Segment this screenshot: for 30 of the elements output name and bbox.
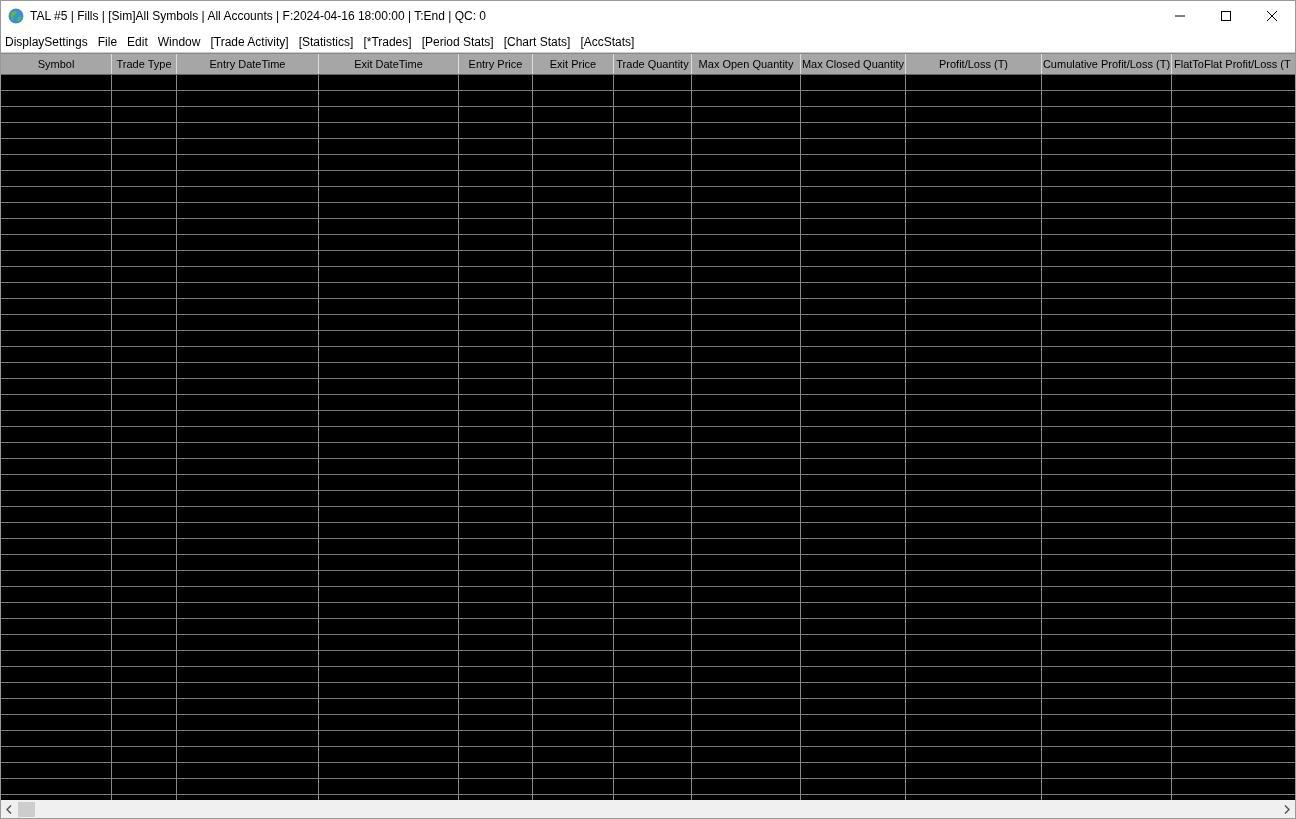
maximize-icon	[1221, 11, 1231, 21]
column-header[interactable]: Exit Price	[533, 54, 614, 74]
menu-item[interactable]: [Chart Stats]	[503, 34, 571, 49]
column-header[interactable]: Symbol	[1, 54, 112, 74]
menu-item[interactable]: DisplaySettings	[5, 34, 88, 49]
column-header[interactable]: FlatToFlat Profit/Loss (T	[1172, 54, 1295, 74]
column-header[interactable]: Entry DateTime	[177, 54, 319, 74]
menu-item[interactable]: [Period Stats]	[421, 34, 494, 49]
column-header[interactable]: Trade Type	[112, 54, 177, 74]
menu-item[interactable]: Edit	[127, 34, 148, 49]
menu-item[interactable]: [*Trades]	[363, 34, 412, 49]
menu-item[interactable]: Window	[157, 34, 201, 49]
column-header[interactable]: Exit DateTime	[319, 54, 459, 74]
column-header[interactable]: Trade Quantity	[614, 54, 692, 74]
column-header[interactable]: Max Closed Quantity	[801, 54, 906, 74]
scroll-left-icon[interactable]	[6, 804, 12, 814]
scrollbar-thumb[interactable]	[18, 801, 35, 817]
menu-item[interactable]: File	[97, 34, 118, 49]
globe-icon	[8, 8, 24, 24]
scroll-right-icon[interactable]	[1284, 804, 1290, 814]
menu-item[interactable]: [Statistics]	[298, 34, 354, 49]
column-header[interactable]: Profit/Loss (T)	[906, 54, 1042, 74]
menu-item[interactable]: [AccStats]	[580, 34, 635, 49]
column-header[interactable]: Max Open Quantity	[692, 54, 801, 74]
close-icon	[1267, 11, 1277, 21]
window-title: TAL #5 | Fills | [Sim]All Symbols | All Accounts | F:2024-04-16 18:00:00 | T:End | QC: 0	[30, 9, 487, 23]
horizontal-scrollbar[interactable]	[1, 800, 1295, 818]
column-header[interactable]: Entry Price	[459, 54, 533, 74]
menu-item[interactable]: [Trade Activity]	[210, 34, 289, 49]
column-header[interactable]: Cumulative Profit/Loss (T)	[1042, 54, 1172, 74]
